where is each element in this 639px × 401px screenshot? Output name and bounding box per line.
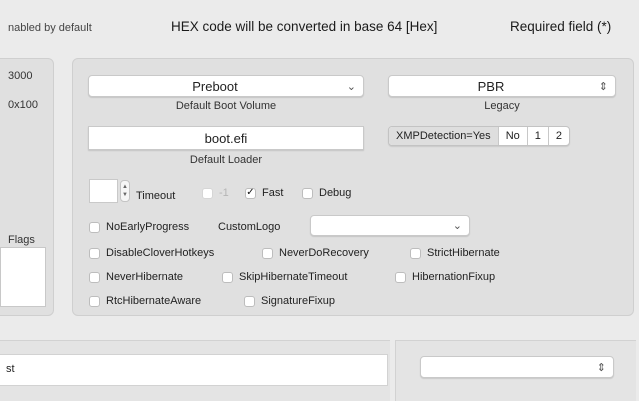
checkbox-box [202, 187, 213, 199]
chevron-down-icon: ⌄ [452, 220, 462, 232]
no-early-progress-label: NoEarlyProgress [106, 221, 190, 233]
hibernation-fixup-label: HibernationFixup [412, 271, 496, 283]
debug-label: Debug [319, 187, 352, 199]
list-item[interactable]: st [6, 363, 15, 375]
chevron-down-icon: ⌄ [346, 80, 356, 93]
signature-fixup-label: SignatureFixup [261, 295, 335, 307]
bottom-list[interactable] [0, 354, 388, 386]
rtc-hibernate-aware-label: RtcHibernateAware [106, 295, 202, 307]
xmp-option-2[interactable]: 2 [547, 127, 569, 145]
checkbox-box [222, 271, 233, 283]
custom-logo-label: CustomLogo [218, 221, 281, 233]
never-do-recovery-label: NeverDoRecovery [279, 247, 369, 259]
stepper-down-icon: ▼ [122, 192, 128, 198]
custom-logo-value [311, 216, 447, 235]
signature-fixup-checkbox[interactable]: SignatureFixup [244, 295, 335, 307]
left-value-2[interactable]: 0x100 [8, 99, 38, 111]
default-boot-volume-select[interactable]: Preboot ⌄ [88, 75, 364, 97]
minus-one-label: -1 [219, 187, 229, 199]
checkbox-box [89, 247, 100, 259]
hibernation-fixup-checkbox[interactable]: HibernationFixup [395, 271, 495, 283]
default-loader-input[interactable]: boot.efi [88, 126, 364, 150]
custom-logo-select[interactable]: ⌄ [310, 215, 470, 236]
updown-chevron-icon: ⇕ [598, 80, 608, 93]
strict-hibernate-checkbox[interactable]: StrictHibernate [410, 247, 500, 259]
timeout-input[interactable] [89, 179, 118, 203]
skip-hibernate-timeout-label: SkipHibernateTimeout [239, 271, 348, 283]
checkbox-box [410, 247, 421, 259]
checkbox-box [395, 271, 406, 283]
default-loader-caption: Default Loader [189, 154, 263, 166]
left-value-1[interactable]: 3000 [8, 70, 32, 82]
timeout-label: Timeout [136, 190, 176, 202]
default-boot-volume-caption: Default Boot Volume [175, 100, 277, 112]
disable-clover-hotkeys-checkbox[interactable]: DisableCloverHotkeys [89, 247, 214, 259]
default-loader-value: boot.efi [204, 130, 248, 146]
enabled-by-default-note: nabled by default [8, 22, 92, 34]
check-icon: ✓ [245, 187, 256, 199]
flags-field[interactable] [0, 247, 46, 307]
xmp-option-1[interactable]: 1 [526, 127, 548, 145]
hex-conversion-note: HEX code will be converted in base 64 [H… [171, 19, 438, 34]
no-early-progress-checkbox[interactable]: NoEarlyProgress [89, 221, 189, 233]
fast-checkbox[interactable]: ✓ Fast [245, 187, 283, 199]
checkbox-box [89, 295, 100, 307]
bottom-right-select-value [421, 357, 591, 377]
flags-label: Flags [8, 234, 35, 246]
minus-one-checkbox[interactable]: -1 [202, 187, 229, 199]
timeout-stepper[interactable]: ▲ ▼ [120, 180, 130, 202]
default-boot-volume-value: Preboot [192, 78, 238, 94]
never-hibernate-checkbox[interactable]: NeverHibernate [89, 271, 183, 283]
stepper-up-icon: ▲ [122, 184, 128, 190]
checkbox-box [302, 187, 313, 199]
required-field-note: Required field (*) [510, 19, 612, 34]
legacy-caption: Legacy [484, 100, 520, 112]
legacy-select[interactable]: PBR ⇕ [388, 75, 616, 97]
xmp-detection-segmented-control: XMPDetection=Yes No 1 2 [388, 126, 570, 146]
debug-checkbox[interactable]: Debug [302, 187, 351, 199]
legacy-value: PBR [477, 78, 505, 94]
checkbox-box [262, 247, 273, 259]
skip-hibernate-timeout-checkbox[interactable]: SkipHibernateTimeout [222, 271, 347, 283]
never-hibernate-label: NeverHibernate [106, 271, 184, 283]
fast-label: Fast [262, 187, 284, 199]
updown-chevron-icon: ⇕ [596, 361, 606, 374]
bottom-right-select[interactable]: ⇕ [420, 356, 614, 378]
rtc-hibernate-aware-checkbox[interactable]: RtcHibernateAware [89, 295, 201, 307]
strict-hibernate-label: StrictHibernate [427, 247, 500, 259]
checkbox-box [244, 295, 255, 307]
xmp-option-yes[interactable]: XMPDetection=Yes [389, 127, 498, 145]
xmp-option-no[interactable]: No [497, 127, 527, 145]
never-do-recovery-checkbox[interactable]: NeverDoRecovery [262, 247, 369, 259]
checkbox-box [89, 271, 100, 283]
checkbox-box [89, 221, 100, 233]
disable-clover-hotkeys-label: DisableCloverHotkeys [106, 247, 215, 259]
